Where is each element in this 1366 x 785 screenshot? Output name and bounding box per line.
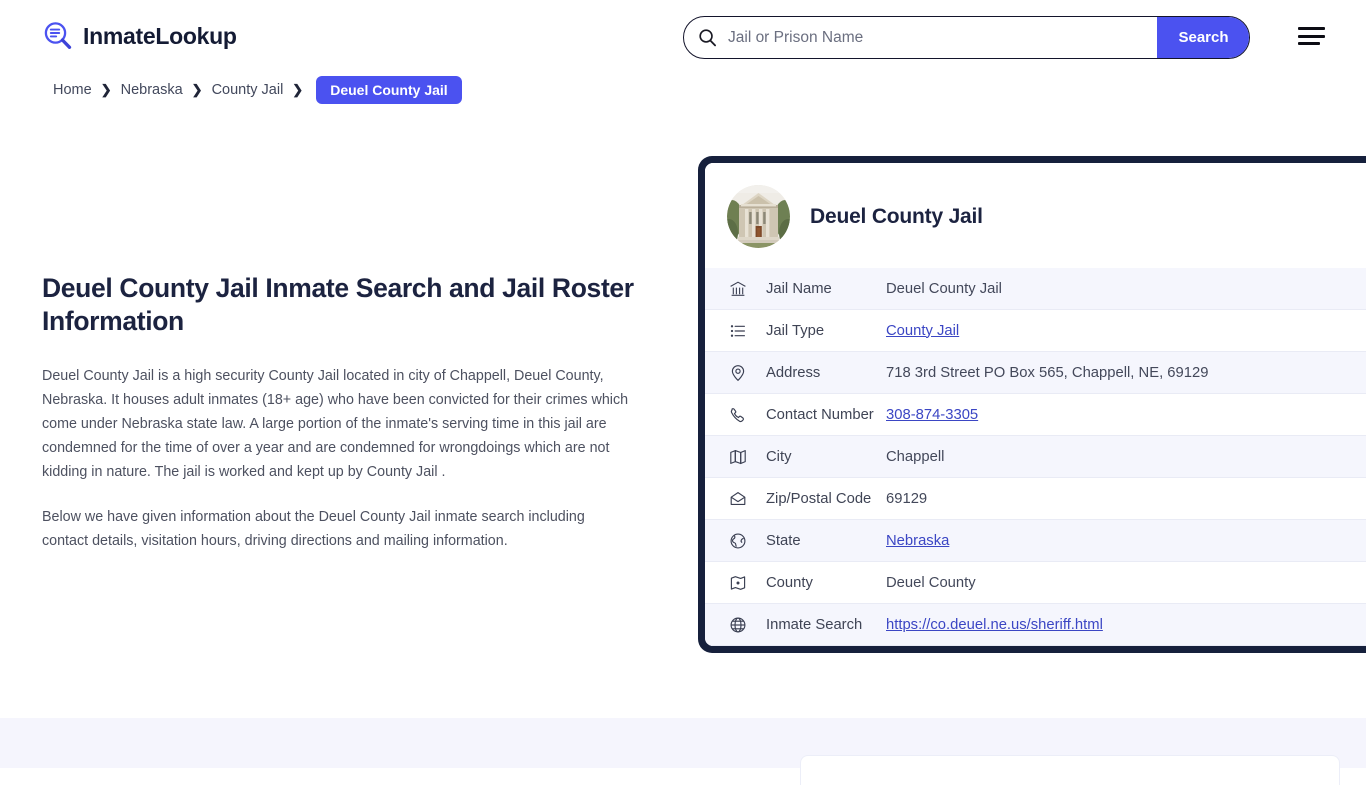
- row-label: Address: [766, 365, 886, 381]
- breadcrumb: Home ❯ Nebraska ❯ County Jail ❯ Deuel Co…: [53, 76, 462, 104]
- hamburger-bar: [1298, 35, 1325, 38]
- table-row: Jail Name Deuel County Jail: [705, 268, 1366, 310]
- envelope-icon: [729, 490, 747, 508]
- row-label: Zip/Postal Code: [766, 491, 886, 507]
- map-location-icon: [729, 574, 747, 592]
- table-row: County Deuel County: [705, 562, 1366, 604]
- row-value: 718 3rd Street PO Box 565, Chappell, NE,…: [886, 365, 1208, 381]
- hamburger-bar: [1298, 27, 1325, 30]
- breadcrumb-item-nebraska[interactable]: Nebraska: [121, 82, 183, 98]
- row-value: Chappell: [886, 449, 944, 465]
- table-row: Inmate Search https://co.deuel.ne.us/she…: [705, 604, 1366, 646]
- hamburger-bar: [1298, 42, 1320, 45]
- magnifier-list-icon: [42, 20, 74, 52]
- bottom-section-card: [800, 755, 1340, 785]
- brand-name: InmateLookup: [83, 23, 237, 50]
- jail-info-card-body: Deuel County Jail Jail Name Deuel County…: [705, 163, 1366, 646]
- map-icon: [729, 448, 747, 466]
- description-paragraph-2: Below we have given information about th…: [42, 505, 622, 553]
- table-row: Jail Type County Jail: [705, 310, 1366, 352]
- row-value-link[interactable]: https://co.deuel.ne.us/sheriff.html: [886, 617, 1103, 633]
- row-label: City: [766, 449, 886, 465]
- row-value: Deuel County: [886, 575, 976, 591]
- row-label: Jail Name: [766, 281, 886, 297]
- table-row: Contact Number 308-874-3305: [705, 394, 1366, 436]
- row-label: Contact Number: [766, 407, 886, 423]
- chevron-right-icon: ❯: [192, 82, 203, 98]
- breadcrumb-item-home[interactable]: Home: [53, 82, 92, 98]
- breadcrumb-item-current: Deuel County Jail: [316, 76, 461, 104]
- search-input[interactable]: [717, 17, 1157, 58]
- table-row: State Nebraska: [705, 520, 1366, 562]
- globe-icon: [729, 616, 747, 634]
- row-label: Jail Type: [766, 323, 886, 339]
- page-title: Deuel County Jail Inmate Search and Jail…: [42, 272, 642, 338]
- jail-card-title: Deuel County Jail: [810, 205, 983, 229]
- description-paragraph-1: Deuel County Jail is a high security Cou…: [42, 364, 637, 485]
- jail-info-card-header: Deuel County Jail: [705, 163, 1366, 268]
- bank-icon: [729, 280, 747, 298]
- chevron-right-icon: ❯: [292, 82, 303, 98]
- breadcrumb-item-county-jail[interactable]: County Jail: [212, 82, 284, 98]
- search-icon: [698, 28, 717, 47]
- row-value: 69129: [886, 491, 927, 507]
- row-value-link[interactable]: County Jail: [886, 323, 959, 339]
- row-value-link[interactable]: 308-874-3305: [886, 407, 978, 423]
- search-button[interactable]: Search: [1157, 17, 1250, 58]
- row-value-link[interactable]: Nebraska: [886, 533, 949, 549]
- row-label: State: [766, 533, 886, 549]
- map-pin-icon: [729, 364, 747, 382]
- hamburger-menu-icon[interactable]: [1298, 25, 1327, 47]
- row-label: County: [766, 575, 886, 591]
- table-row: City Chappell: [705, 436, 1366, 478]
- jail-info-card: Deuel County Jail Jail Name Deuel County…: [698, 156, 1366, 653]
- table-row: Zip/Postal Code 69129: [705, 478, 1366, 520]
- site-header: InmateLookup Search: [0, 0, 1366, 74]
- globe-americas-icon: [729, 532, 747, 550]
- chevron-right-icon: ❯: [101, 82, 112, 98]
- row-label: Inmate Search: [766, 617, 886, 633]
- table-row: Address 718 3rd Street PO Box 565, Chapp…: [705, 352, 1366, 394]
- search-bar[interactable]: Search: [683, 16, 1250, 59]
- row-value: Deuel County Jail: [886, 281, 1002, 297]
- phone-icon: [729, 406, 747, 424]
- brand-logo-link[interactable]: InmateLookup: [42, 20, 237, 52]
- main-content-column: Deuel County Jail Inmate Search and Jail…: [42, 272, 642, 553]
- list-icon: [729, 322, 747, 340]
- courthouse-building-photo: [727, 185, 790, 248]
